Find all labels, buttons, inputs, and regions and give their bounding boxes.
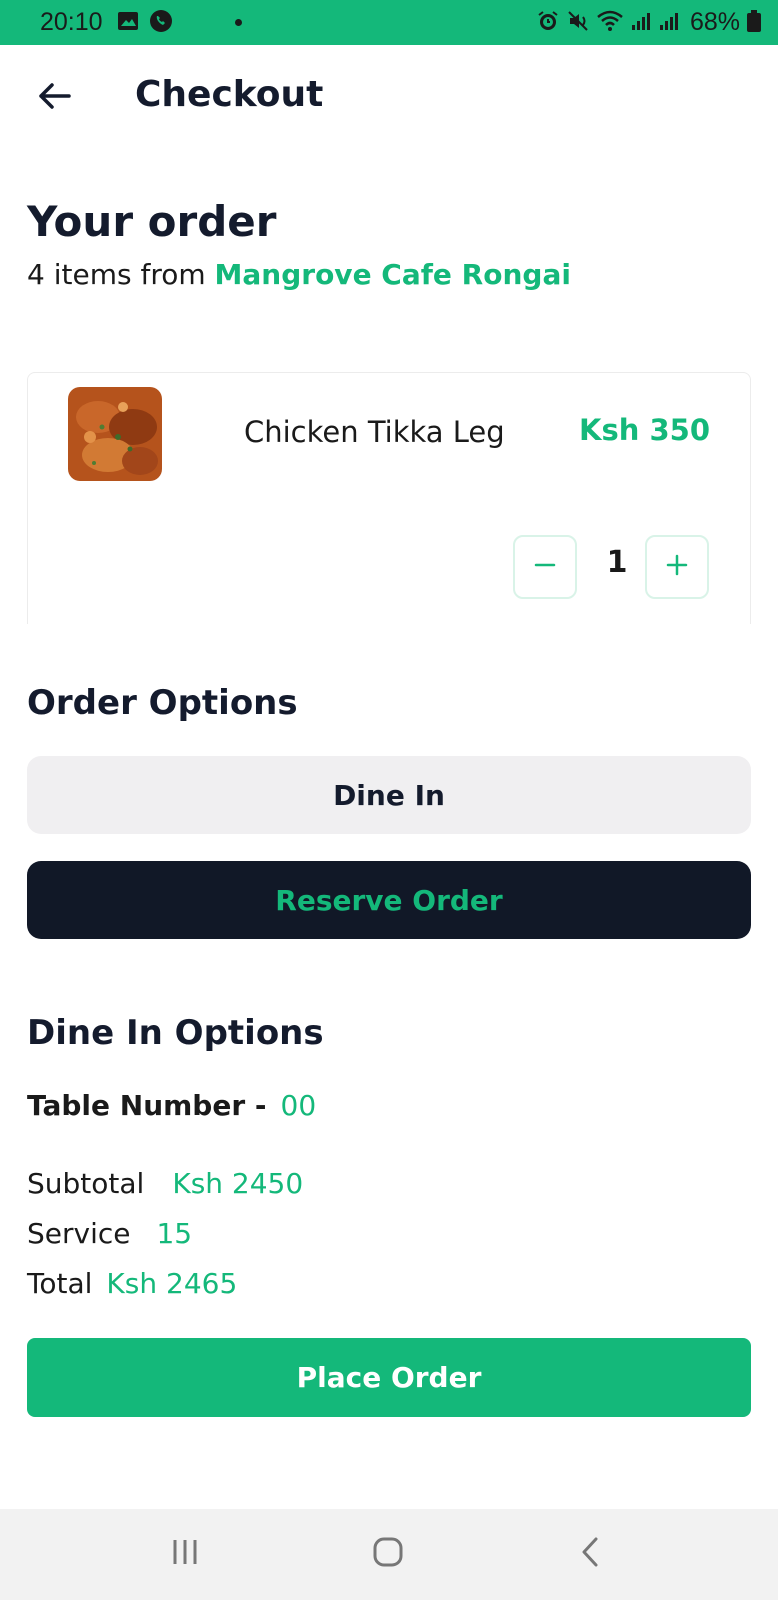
- recents-button[interactable]: [155, 1531, 215, 1577]
- arrow-left-icon: [37, 82, 71, 114]
- restaurant-link[interactable]: Mangrove Cafe Rongai: [215, 258, 571, 291]
- order-heading: Your order: [27, 197, 277, 246]
- order-options-heading: Order Options: [27, 683, 298, 723]
- subtotal-label: Subtotal: [27, 1167, 145, 1200]
- item-image: [68, 387, 162, 481]
- service-value: 15: [156, 1217, 193, 1250]
- back-button[interactable]: [34, 78, 74, 118]
- subtotal-row: Subtotal Ksh 2450: [27, 1167, 303, 1200]
- system-nav-bar: [0, 1509, 778, 1600]
- table-number-label: Table Number -: [27, 1089, 267, 1122]
- item-price: Ksh 350: [578, 413, 710, 447]
- increase-quantity-button[interactable]: [645, 535, 709, 599]
- dine-in-button[interactable]: Dine In: [27, 756, 751, 834]
- page-title: Checkout: [135, 74, 324, 115]
- wifi-icon: [596, 9, 624, 37]
- system-back-button[interactable]: [560, 1531, 620, 1577]
- mute-icon: [566, 9, 590, 37]
- quantity-value: 1: [606, 545, 628, 580]
- signal-icon: [630, 10, 652, 36]
- subtotal-value: Ksh 2450: [172, 1167, 304, 1200]
- notification-dot: [234, 19, 242, 26]
- table-number-value[interactable]: 00: [281, 1089, 317, 1122]
- place-order-button[interactable]: Place Order: [27, 1338, 751, 1417]
- status-time: 20:10: [40, 8, 103, 36]
- alarm-icon: [536, 9, 560, 37]
- service-label: Service: [27, 1217, 131, 1250]
- dine-in-options-heading: Dine In Options: [27, 1013, 324, 1053]
- total-row: Total Ksh 2465: [27, 1267, 237, 1300]
- whatsapp-icon: [149, 9, 173, 37]
- battery-icon: [746, 9, 762, 37]
- chevron-left-icon: [579, 1536, 601, 1572]
- home-button[interactable]: [358, 1531, 418, 1577]
- item-name: Chicken Tikka Leg: [244, 415, 505, 449]
- service-row: Service 15: [27, 1217, 192, 1250]
- battery-percent: 68%: [689, 8, 740, 36]
- reserve-order-button[interactable]: Reserve Order: [27, 861, 751, 939]
- order-item-card: Chicken Tikka Leg Ksh 350 1: [27, 372, 751, 624]
- item-count-text: 4 items from: [27, 258, 215, 291]
- home-icon: [372, 1536, 404, 1572]
- decrease-quantity-button[interactable]: [513, 535, 577, 599]
- gallery-icon: [117, 11, 139, 35]
- status-bar: 20:10 68%: [0, 0, 778, 45]
- signal-icon: [658, 10, 680, 36]
- total-value: Ksh 2465: [106, 1267, 238, 1300]
- recents-icon: [170, 1538, 200, 1570]
- table-number-row: Table Number - 00: [27, 1089, 316, 1122]
- minus-icon: [534, 554, 556, 580]
- order-subtitle: 4 items from Mangrove Cafe Rongai: [27, 258, 571, 291]
- total-label: Total: [27, 1267, 93, 1300]
- plus-icon: [666, 554, 688, 580]
